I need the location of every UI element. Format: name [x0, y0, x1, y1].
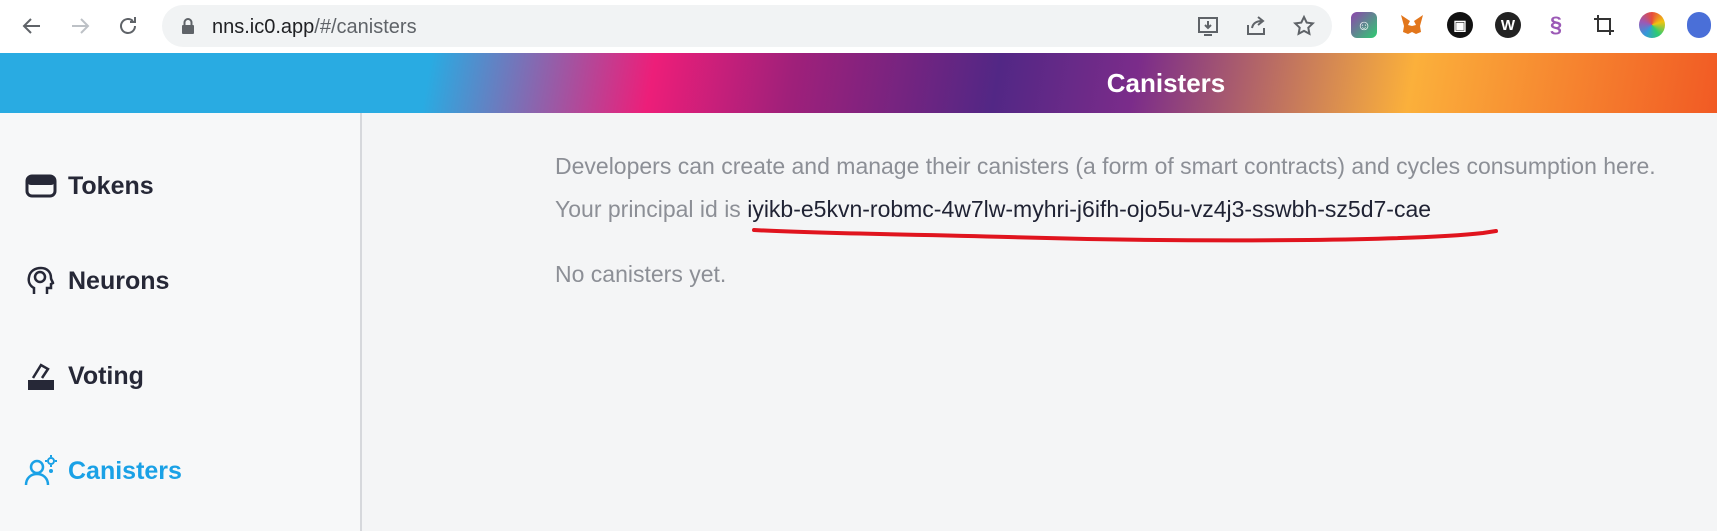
crop-icon[interactable] — [1591, 12, 1617, 38]
extension-w-icon[interactable]: W — [1495, 12, 1521, 38]
sidebar-item-label: Canisters — [68, 456, 182, 485]
url-text: nns.ic0.app/#/canisters — [212, 16, 417, 38]
reload-icon[interactable] — [112, 10, 144, 42]
address-bar[interactable]: nns.ic0.app/#/canisters — [162, 5, 1332, 47]
wallet-icon — [25, 174, 57, 198]
sidebar-item-tokens[interactable]: Tokens — [24, 166, 154, 206]
sidebar-item-voting[interactable]: Voting — [24, 356, 144, 396]
back-arrow-icon[interactable] — [16, 10, 48, 42]
empty-state-message: No canisters yet. — [555, 261, 727, 287]
principal-label: Your principal id is — [555, 196, 741, 222]
ballot-box-icon — [28, 363, 54, 390]
sidebar-item-label: Voting — [68, 361, 144, 390]
extension-s-icon[interactable]: § — [1543, 12, 1569, 38]
metamask-fox-icon[interactable] — [1399, 12, 1425, 38]
page-title: Canisters — [1106, 68, 1226, 98]
header-banner: Canisters — [0, 53, 1717, 113]
extension-1-icon[interactable]: ☺ — [1351, 12, 1377, 38]
browser-toolbar: nns.ic0.app/#/canisters ☺ ▣ W § — [0, 0, 1717, 53]
lock-icon[interactable] — [180, 17, 196, 40]
globe-extension-icon[interactable] — [1687, 12, 1711, 38]
brain-head-icon — [27, 266, 55, 294]
sidebar-item-canisters[interactable]: Canisters — [24, 451, 182, 491]
color-wheel-icon[interactable] — [1639, 12, 1665, 38]
star-icon[interactable] — [1292, 14, 1316, 38]
sidebar-item-neurons[interactable]: Neurons — [24, 261, 169, 301]
canisters-description: Developers can create and manage their c… — [555, 153, 1656, 179]
main-content: Developers can create and manage their c… — [362, 113, 1717, 531]
sidebar-item-label: Neurons — [68, 266, 170, 295]
principal-id[interactable]: iyikb-e5kvn-robmc-4w7lw-myhri-j6ifh-ojo5… — [747, 196, 1431, 222]
install-icon[interactable] — [1196, 14, 1220, 38]
sidebar: Tokens Neurons Voting Canisters — [0, 113, 362, 531]
extension-3-icon[interactable]: ▣ — [1447, 12, 1473, 38]
sidebar-item-label: Tokens — [68, 171, 154, 200]
canister-user-gear-icon — [24, 455, 57, 486]
principal-line: Your principal id is iyikb-e5kvn-robmc-4… — [555, 196, 1431, 223]
annotation-underline — [752, 228, 1498, 243]
forward-arrow-icon[interactable] — [64, 10, 96, 42]
share-icon[interactable] — [1244, 14, 1268, 38]
